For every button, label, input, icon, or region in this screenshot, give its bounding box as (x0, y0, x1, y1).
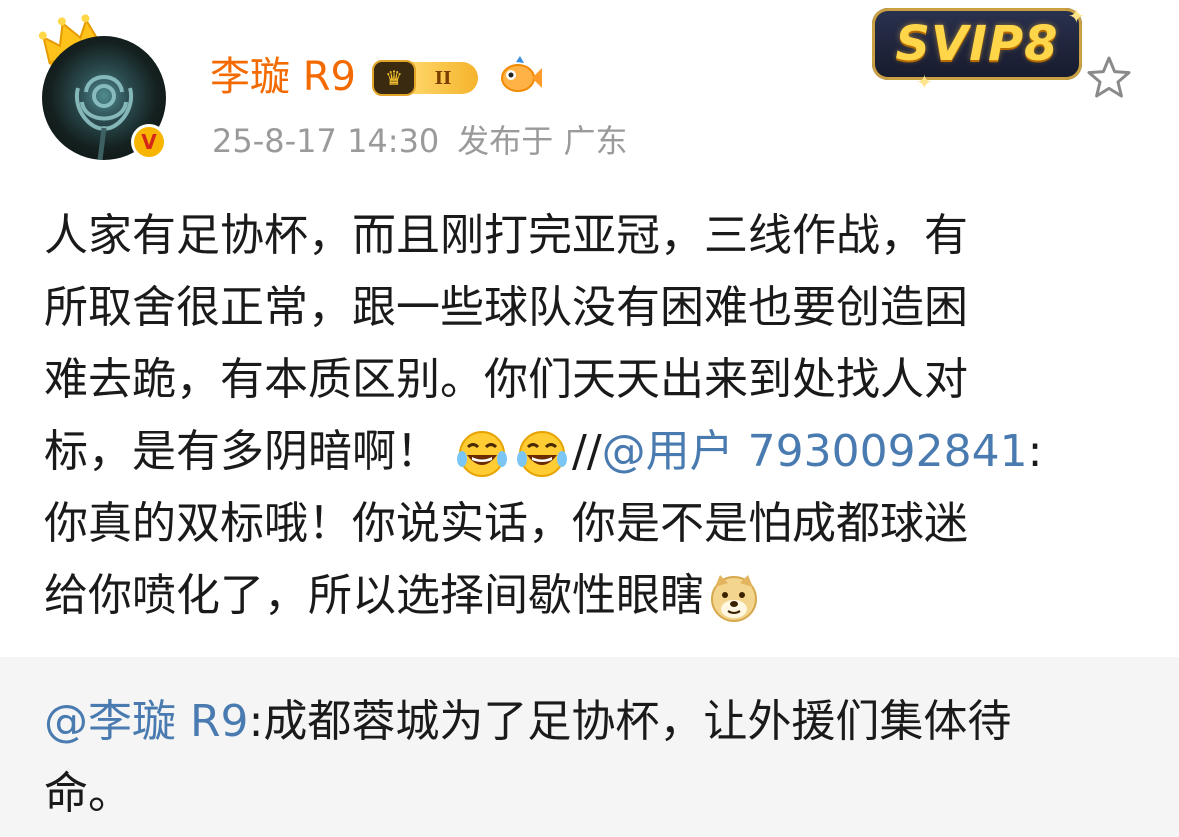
post-line: 给你喷化了，所以选择间歇性眼瞎 (44, 560, 1144, 632)
level-badge-label: II (408, 62, 478, 94)
post-timestamp: 25-8-17 14:30 (212, 122, 440, 160)
post-line: 标，是有多阴暗啊！ //@用户 7930092841: (44, 416, 1144, 488)
favorite-star-icon[interactable] (1085, 54, 1133, 102)
post-line: 所取舍很正常，跟一些球队没有困难也要创造困 (44, 282, 968, 333)
author-name[interactable]: 李璇 R9 (210, 52, 356, 102)
user-mention-link[interactable]: @用户 7930092841 (602, 426, 1028, 477)
repost-line: 命。 (44, 768, 132, 819)
level-crown-icon: ♛ (372, 60, 416, 96)
author-avatar-block[interactable]: V (36, 14, 176, 164)
tears-of-joy-emoji (457, 431, 507, 477)
post-line: 人家有足协杯，而且刚打完亚冠，三线作战，有 (44, 210, 968, 261)
fish-badge-icon[interactable] (496, 56, 542, 98)
member-level-badge[interactable]: ♛ II (372, 58, 488, 98)
repost-separator: // (572, 426, 602, 477)
svip-label: SVIP8 (895, 16, 1059, 72)
svip-badge[interactable]: SVIP8 (872, 8, 1082, 80)
post-line: 你真的双标哦！你说实话，你是不是怕成都球迷 (44, 498, 968, 549)
repost-body: @李璇 R9:成都蓉城为了足协杯，让外援们集体待 命。 (44, 686, 1144, 830)
verified-v-icon: V (131, 124, 167, 160)
repost-text: :成都蓉城为了足协杯，让外援们集体待 (248, 696, 1012, 747)
tears-of-joy-emoji (517, 431, 567, 477)
post-line-text: 给你喷化了，所以选择间歇性眼瞎 (44, 570, 704, 621)
post-line-text: 标，是有多阴暗啊！ (44, 426, 440, 477)
sparkle-icon: ✦ (1068, 4, 1085, 28)
post-meta: 25-8-17 14:30 发布于 广东 (212, 118, 627, 164)
repost-line: @李璇 R9:成都蓉城为了足协杯，让外援们集体待 (44, 686, 1144, 758)
post-location: 发布于 广东 (457, 122, 628, 160)
post-line: 难去跪，有本质区别。你们天天出来到处找人对 (44, 354, 968, 405)
repost-author-mention[interactable]: @李璇 R9 (44, 696, 249, 747)
post-body: 人家有足协杯，而且刚打完亚冠，三线作战，有 所取舍很正常，跟一些球队没有困难也要… (44, 200, 1144, 632)
sparkle-icon: ✦ (916, 70, 933, 94)
doge-emoji (711, 575, 757, 622)
mention-colon: : (1027, 426, 1043, 477)
